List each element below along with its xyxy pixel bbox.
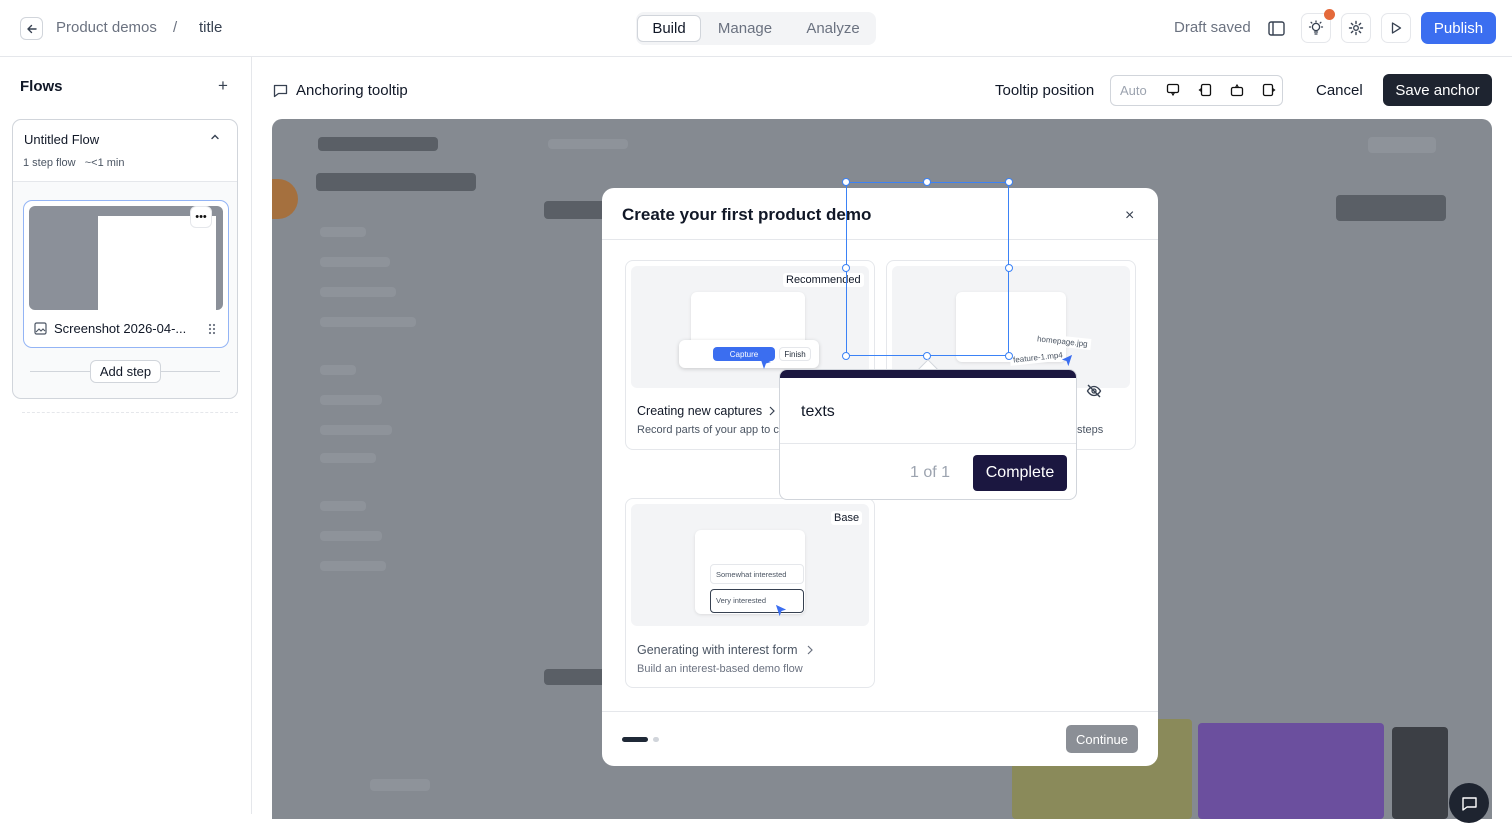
arrow-left-icon — [26, 24, 37, 33]
mode-tabs: Build Manage Analyze — [636, 12, 876, 45]
flow-name: Untitled Flow — [24, 132, 100, 147]
option-title: Creating new captures — [637, 404, 763, 418]
divider — [602, 711, 1158, 712]
tooltip-text[interactable]: texts — [801, 403, 835, 421]
chevron-up-icon[interactable] — [209, 131, 221, 143]
tooltip-top-icon[interactable] — [1230, 83, 1244, 97]
step-counter: 1 of 1 — [910, 464, 951, 481]
option-title: Generating with interest form — [637, 643, 798, 657]
tab-build[interactable]: Build — [637, 15, 701, 42]
continue-button[interactable]: Continue — [1066, 725, 1138, 753]
cursor-icon — [1061, 354, 1073, 367]
tooltip-position-label: Tooltip position — [995, 82, 1095, 99]
drag-handle-icon[interactable] — [207, 322, 217, 336]
notification-dot — [1324, 9, 1335, 20]
chat-support-button[interactable] — [1449, 783, 1489, 823]
resize-handle[interactable] — [842, 352, 850, 360]
divider — [780, 443, 1076, 444]
resize-handle[interactable] — [1005, 178, 1013, 186]
image-icon — [34, 322, 47, 335]
choice-label: Somewhat interested — [710, 564, 804, 584]
option-interest-form[interactable]: Somewhat interested Very interested Base… — [625, 498, 875, 688]
option-description: steps — [1077, 424, 1104, 436]
pagination-dot-active — [622, 737, 648, 742]
finish-label: Finish — [779, 347, 811, 361]
thumbnail-window — [98, 216, 216, 310]
more-options-button[interactable]: ••• — [190, 206, 212, 228]
add-step-button[interactable]: Add step — [90, 360, 161, 383]
cursor-icon — [775, 604, 787, 617]
resize-handle[interactable] — [842, 264, 850, 272]
tooltip-preview: texts 1 of 1 Complete — [779, 369, 1077, 500]
flow-meta: 1 step flow ~<1 min — [23, 157, 125, 169]
save-anchor-button[interactable]: Save anchor — [1383, 74, 1492, 106]
cursor-icon — [760, 357, 771, 369]
flow-card: Untitled Flow 1 step flow ~<1 min ••• Sc… — [12, 119, 238, 399]
close-button[interactable]: × — [1125, 207, 1134, 225]
resize-handle[interactable] — [923, 178, 931, 186]
gear-icon — [1348, 20, 1364, 36]
flow-header[interactable]: Untitled Flow 1 step flow ~<1 min — [13, 120, 237, 182]
breadcrumb-parent[interactable]: Product demos — [56, 19, 157, 36]
option-description: Build an interest-based demo flow — [637, 663, 803, 675]
message-square-icon — [273, 84, 288, 98]
cancel-button[interactable]: Cancel — [1316, 82, 1363, 99]
sidebar-toggle-icon — [1267, 20, 1285, 36]
tab-manage[interactable]: Manage — [708, 15, 782, 42]
preview-button[interactable] — [1381, 13, 1411, 43]
chevron-right-icon — [769, 406, 775, 416]
tooltip-left-icon[interactable] — [1198, 83, 1212, 97]
back-button[interactable] — [20, 17, 43, 40]
chevron-right-icon — [807, 645, 813, 655]
tooltip-position-selector: Auto — [1110, 75, 1283, 106]
pagination-dot[interactable] — [653, 737, 659, 742]
mode-title: Anchoring tooltip — [296, 82, 408, 99]
tooltip-right-icon[interactable] — [1262, 83, 1276, 97]
complete-button[interactable]: Complete — [973, 455, 1067, 491]
flows-sidebar: Flows + Untitled Flow 1 step flow ~<1 mi… — [0, 57, 252, 814]
resize-handle[interactable] — [842, 178, 850, 186]
tooltip-top-bar — [780, 370, 1076, 378]
top-bar: Product demos / title Build Manage Analy… — [0, 0, 1512, 57]
play-icon — [1391, 22, 1402, 34]
breadcrumb-separator: / — [173, 19, 178, 36]
base-badge: Base — [831, 511, 863, 525]
lightbulb-icon — [1308, 20, 1324, 35]
step-card[interactable]: ••• Screenshot 2026-04-... — [23, 200, 229, 348]
flows-title: Flows — [20, 78, 63, 95]
settings-button[interactable] — [1341, 13, 1371, 43]
publish-button[interactable]: Publish — [1421, 12, 1496, 44]
draft-status: Draft saved — [1174, 19, 1251, 36]
position-auto-option[interactable]: Auto — [1120, 83, 1147, 98]
divider — [22, 412, 238, 413]
capture-toolbar: Capture Finish — [679, 340, 819, 368]
resize-handle[interactable] — [1005, 352, 1013, 360]
option-description: Record parts of your app to cr — [637, 424, 783, 436]
anchor-selection-box[interactable] — [846, 182, 1009, 356]
modal-title: Create your first product demo — [622, 205, 872, 224]
sidebar-toggle-button[interactable] — [1264, 17, 1288, 39]
tooltip-bottom-icon[interactable] — [1166, 83, 1180, 97]
add-flow-button[interactable]: + — [218, 76, 228, 96]
choice-label: Very interested — [710, 589, 804, 613]
eye-off-icon[interactable] — [1086, 383, 1102, 399]
chat-icon — [1461, 796, 1477, 811]
tab-analyze[interactable]: Analyze — [796, 15, 870, 42]
resize-handle[interactable] — [1005, 264, 1013, 272]
breadcrumb-current[interactable]: title — [199, 19, 222, 36]
step-label: Screenshot 2026-04-... — [54, 321, 187, 336]
